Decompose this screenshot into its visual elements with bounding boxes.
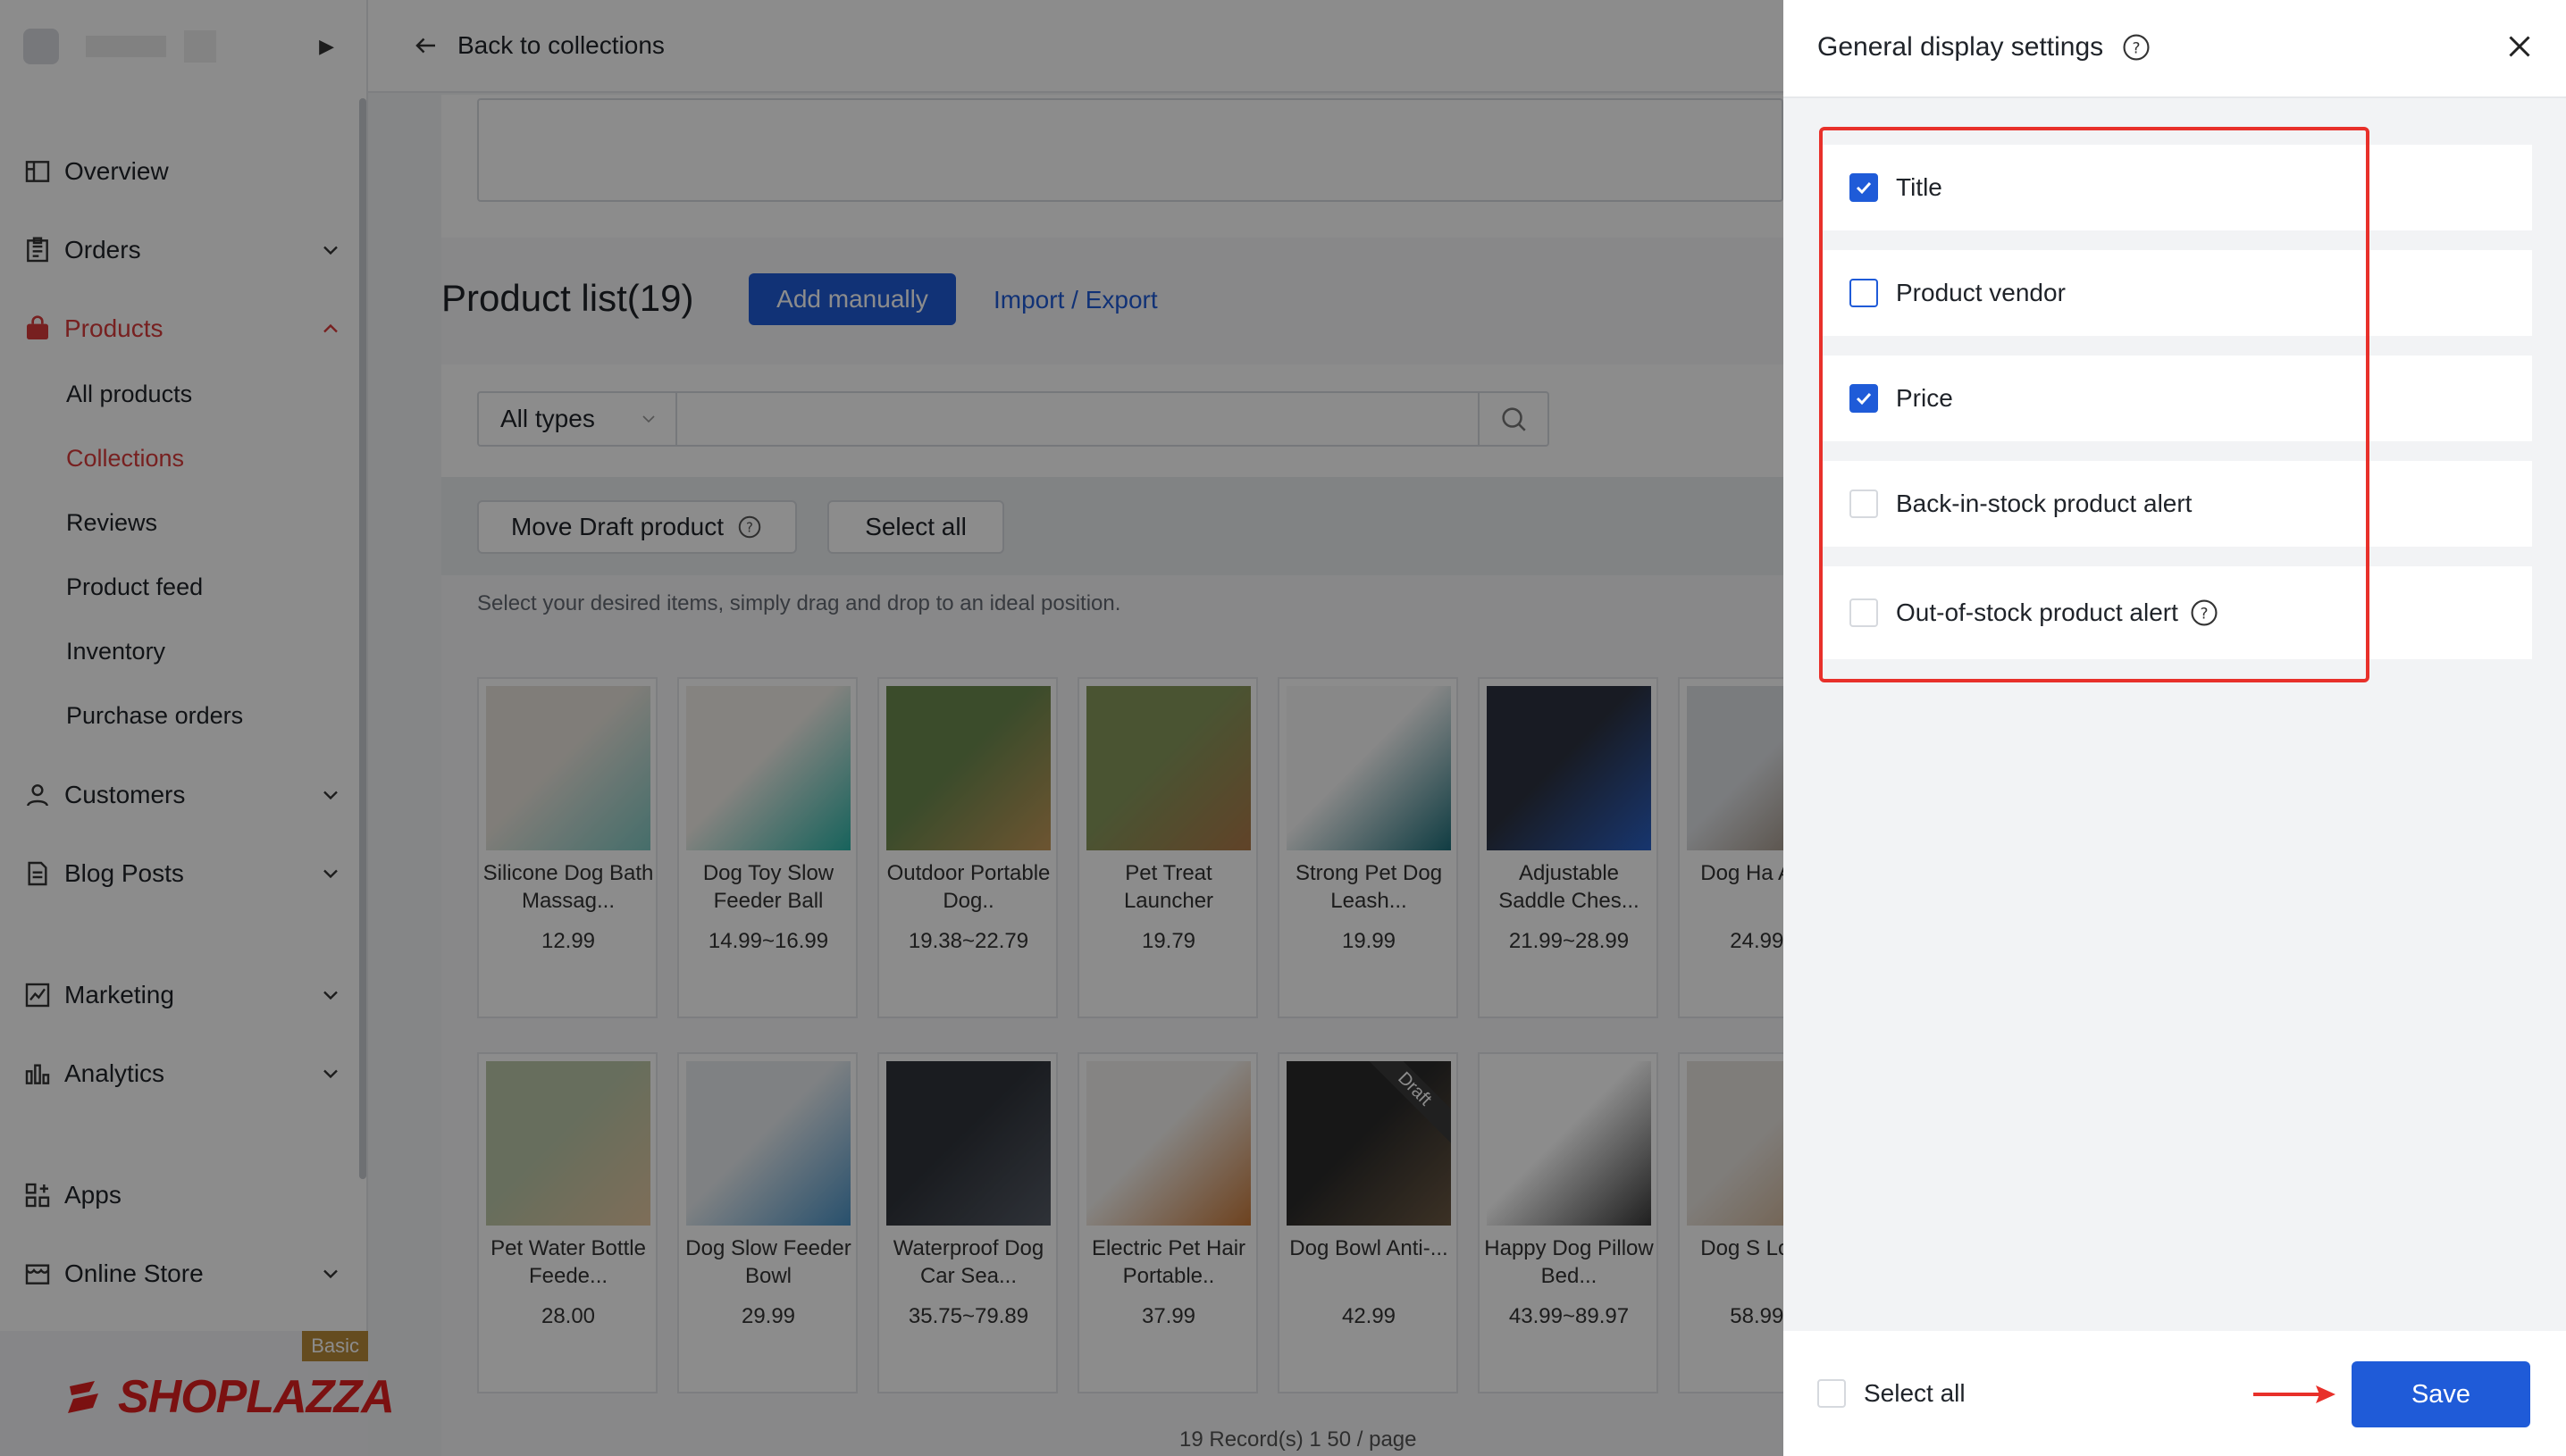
svg-text:?: ? [2133,39,2141,57]
drawer-header: General display settings ? [1783,0,2566,95]
select-all-label: Select all [1864,1379,1966,1407]
display-settings-drawer: General display settings ? Title Product… [1783,0,2566,1456]
red-arrow-icon [2253,1385,2335,1403]
red-highlight-box [1819,127,2369,682]
save-button[interactable]: Save [2352,1361,2530,1427]
close-icon[interactable] [2503,30,2536,63]
drawer-title: General display settings [1817,32,2104,62]
help-circle-icon[interactable]: ? [2121,32,2151,63]
select-all-checkbox[interactable] [1817,1379,1846,1408]
modal-overlay[interactable] [0,0,1783,1456]
